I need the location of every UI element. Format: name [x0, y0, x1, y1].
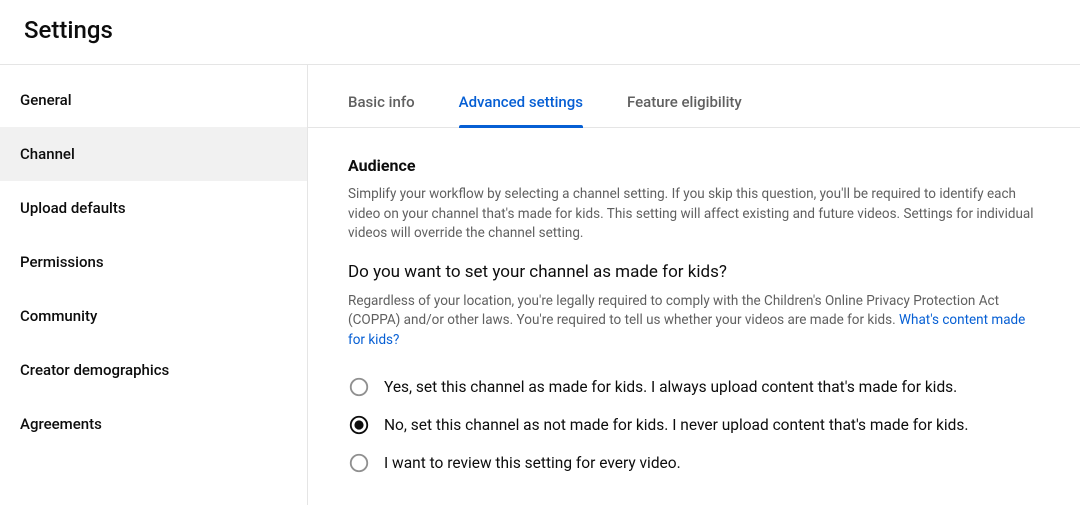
sidebar-item-channel[interactable]: Channel [0, 127, 307, 181]
audience-question: Do you want to set your channel as made … [348, 262, 1040, 282]
audience-description: Simplify your workflow by selecting a ch… [348, 185, 1040, 244]
radio-label: No, set this channel as not made for kid… [384, 416, 969, 434]
settings-header: Settings [0, 0, 1080, 64]
settings-body: General Channel Upload defaults Permissi… [0, 65, 1080, 505]
sidebar-item-agreements[interactable]: Agreements [0, 397, 307, 451]
sidebar-item-creator-demographics[interactable]: Creator demographics [0, 343, 307, 397]
radio-unchecked-icon [348, 452, 370, 474]
audience-radio-group: Yes, set this channel as made for kids. … [348, 368, 1040, 482]
radio-label: I want to review this setting for every … [384, 454, 681, 472]
sidebar-item-community[interactable]: Community [0, 289, 307, 343]
tab-bar: Basic info Advanced settings Feature eli… [308, 65, 1080, 128]
page-title: Settings [24, 16, 1056, 44]
radio-unchecked-icon [348, 376, 370, 398]
sidebar-item-general[interactable]: General [0, 73, 307, 127]
radio-made-for-kids-no[interactable]: No, set this channel as not made for kid… [348, 406, 1040, 444]
radio-made-for-kids-yes[interactable]: Yes, set this channel as made for kids. … [348, 368, 1040, 406]
sidebar-item-upload-defaults[interactable]: Upload defaults [0, 181, 307, 235]
radio-label: Yes, set this channel as made for kids. … [384, 378, 957, 396]
tab-advanced-settings[interactable]: Advanced settings [459, 65, 583, 127]
tab-basic-info[interactable]: Basic info [348, 65, 415, 127]
sidebar-item-permissions[interactable]: Permissions [0, 235, 307, 289]
settings-main: Basic info Advanced settings Feature eli… [308, 65, 1080, 505]
audience-heading: Audience [348, 156, 1040, 175]
audience-legal: Regardless of your location, you're lega… [348, 292, 1040, 351]
settings-sidebar: General Channel Upload defaults Permissi… [0, 65, 308, 505]
radio-checked-icon [348, 414, 370, 436]
tab-feature-eligibility[interactable]: Feature eligibility [627, 65, 742, 127]
advanced-settings-content: Audience Simplify your workflow by selec… [308, 128, 1080, 482]
radio-review-per-video[interactable]: I want to review this setting for every … [348, 444, 1040, 482]
